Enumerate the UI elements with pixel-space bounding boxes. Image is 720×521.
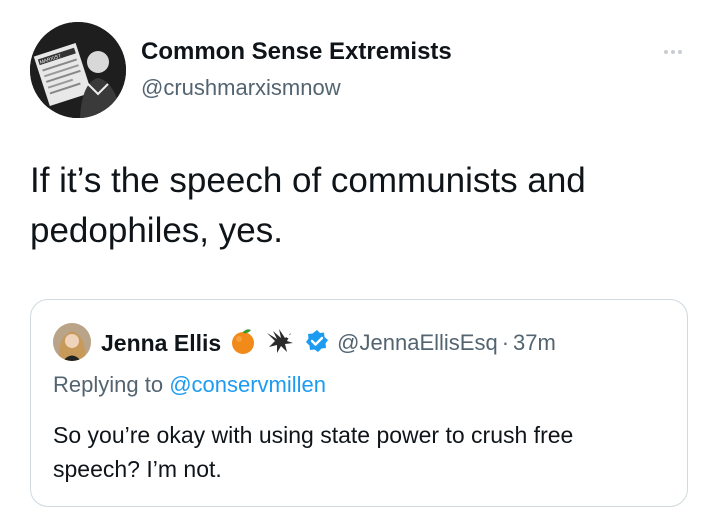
quoted-header: Jenna Ellis @JennaEllisEsq · 37m (101, 326, 556, 360)
eagle-icon (265, 327, 297, 360)
more-dot (671, 50, 675, 54)
quoted-timestamp[interactable]: 37m (513, 330, 556, 356)
author-handle[interactable]: @crushmarxismnow (141, 75, 341, 101)
quoted-author-name[interactable]: Jenna Ellis (101, 330, 221, 357)
quoted-avatar-image (53, 323, 91, 361)
more-dot (664, 50, 668, 54)
more-options-icon[interactable] (656, 42, 690, 62)
quoted-tweet[interactable]: Jenna Ellis @JennaEllisEsq · 37m Replyin… (30, 299, 688, 507)
quoted-author-avatar[interactable] (53, 323, 91, 361)
replying-handle-link[interactable]: @conservmillen (169, 372, 326, 397)
more-dot (678, 50, 682, 54)
quoted-author-handle[interactable]: @JennaEllisEsq (337, 330, 498, 356)
tweet[interactable]: MARXIST Common Sense Extremists @crushma… (0, 0, 720, 521)
replying-to: Replying to @conservmillen (53, 372, 326, 398)
avatar-image: MARXIST (30, 22, 126, 118)
tweet-text: If it’s the speech of communists and ped… (30, 161, 586, 250)
quoted-tweet-text: So you’re okay with using state power to… (53, 422, 574, 482)
replying-prefix: Replying to (53, 372, 170, 397)
verified-badge-icon (305, 329, 329, 358)
author-name[interactable]: Common Sense Extremists (141, 38, 452, 66)
author-avatar[interactable]: MARXIST (30, 22, 126, 118)
quoted-separator: · (501, 330, 510, 355)
orange-icon (229, 327, 257, 360)
